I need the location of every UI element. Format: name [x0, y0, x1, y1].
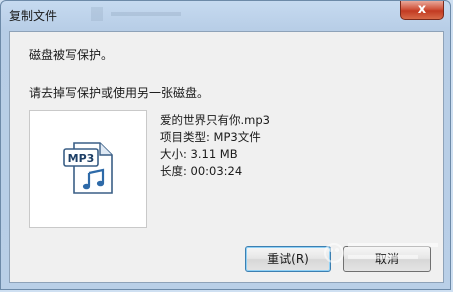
ghost-folder-icon	[91, 7, 103, 21]
background-window-ghost	[91, 3, 301, 25]
mp3-badge-label: MP3	[68, 152, 95, 165]
file-thumbnail: MP3	[29, 110, 147, 228]
close-icon: x	[417, 2, 427, 17]
title-bar[interactable]: 复制文件 x	[1, 1, 450, 29]
dialog-body: 磁盘被写保护。 请去掉写保护或使用另一张磁盘。 MP3 爱的世界只有你.mp3 …	[9, 31, 444, 283]
copy-file-dialog: 复制文件 x 磁盘被写保护。 请去掉写保护或使用另一张磁盘。 MP3 爱的世界只…	[0, 0, 451, 290]
retry-button[interactable]: 重试(R)	[245, 246, 331, 272]
error-message: 磁盘被写保护。	[29, 48, 114, 62]
instruction-message: 请去掉写保护或使用另一张磁盘。	[29, 86, 210, 100]
ghost-text-line	[111, 12, 181, 16]
window-title: 复制文件	[9, 9, 58, 23]
file-name: 爱的世界只有你.mp3	[160, 113, 270, 127]
file-type: 项目类型: MP3文件	[160, 130, 261, 144]
file-details: 爱的世界只有你.mp3 项目类型: MP3文件 大小: 3.11 MB 长度: …	[160, 112, 270, 180]
file-size: 大小: 3.11 MB	[160, 147, 238, 161]
close-button[interactable]: x	[400, 1, 444, 20]
file-duration: 长度: 00:03:24	[160, 164, 243, 178]
cancel-button[interactable]: 取消	[343, 246, 431, 272]
mp3-file-icon: MP3	[63, 142, 113, 194]
